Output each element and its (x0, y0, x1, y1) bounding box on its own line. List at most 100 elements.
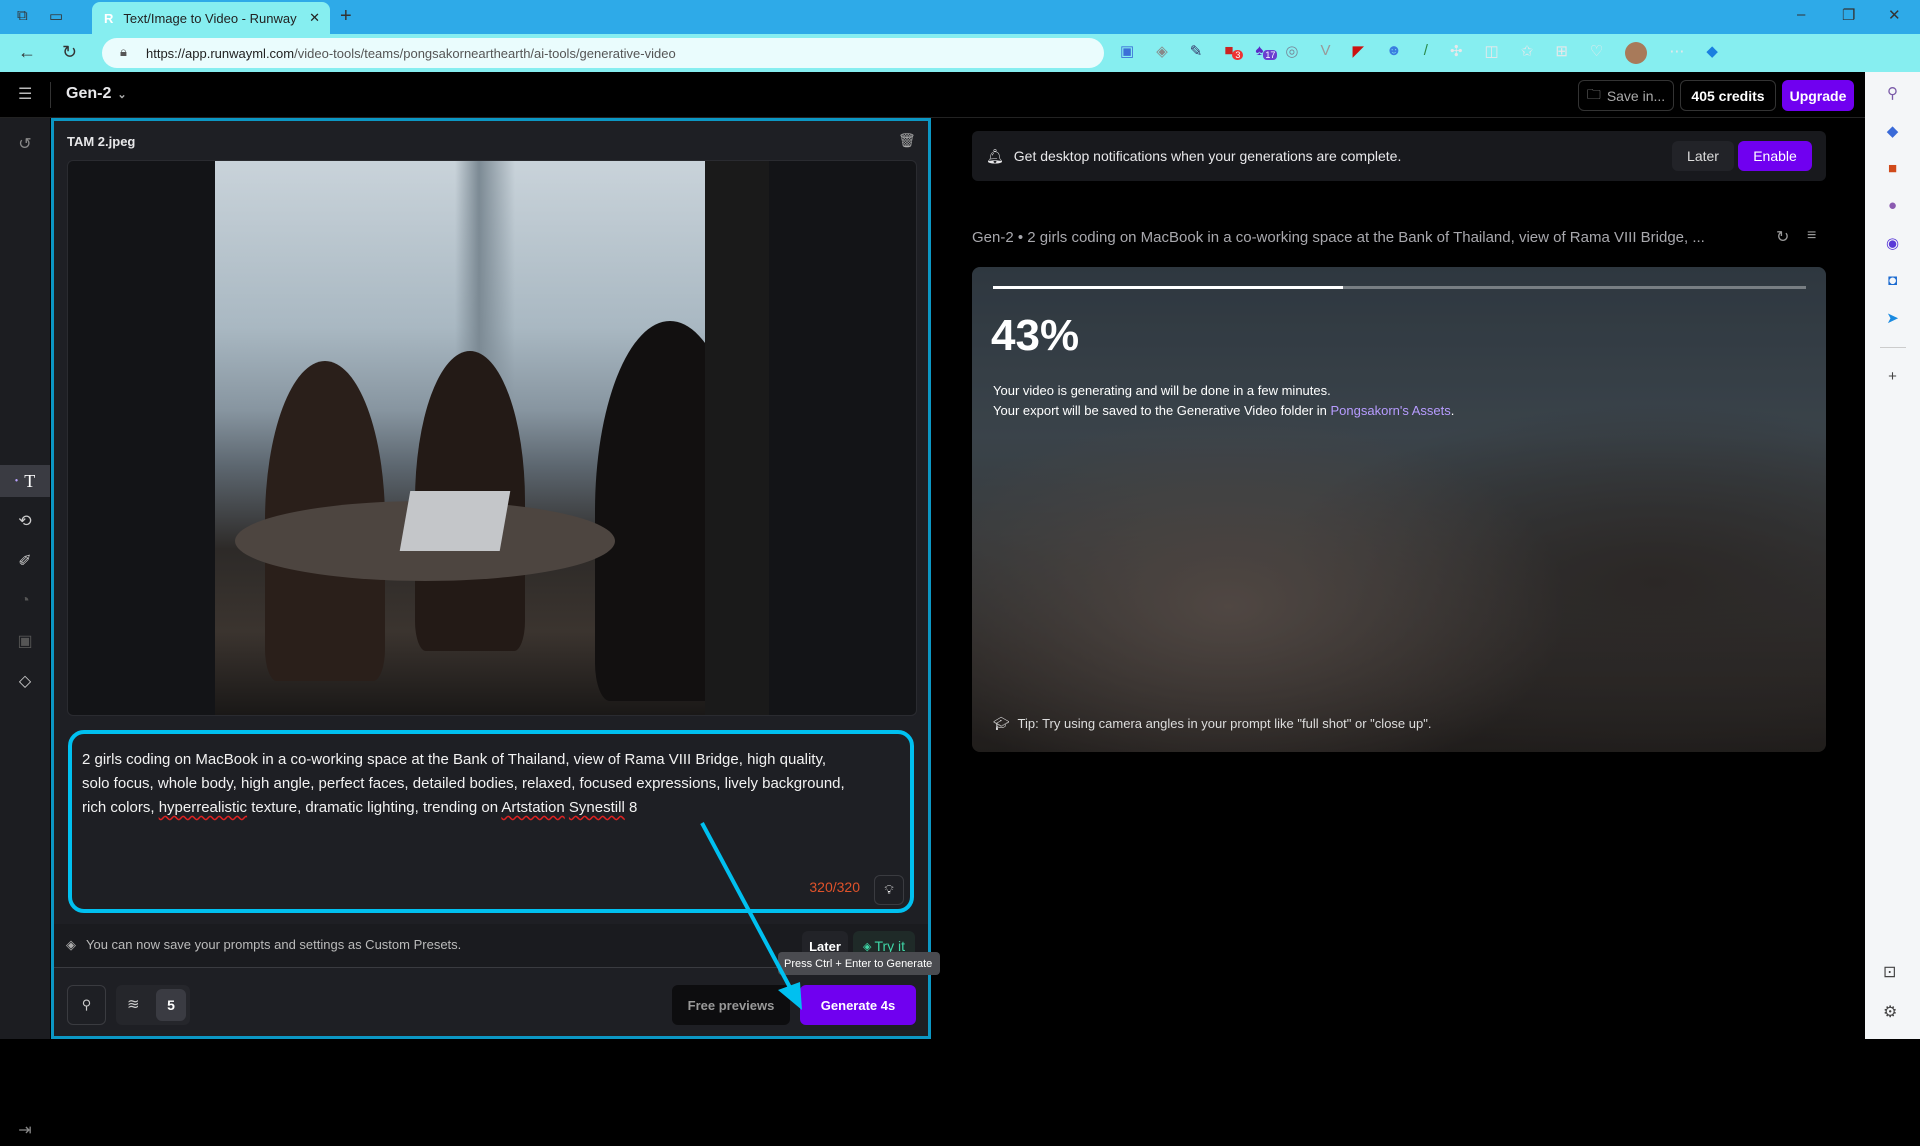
tool-sidebar: ↺ • T ⟲ ✐ ◔ ▣ ◇ ⇥ (0, 118, 50, 1139)
profile-avatar[interactable] (1625, 42, 1648, 64)
back-icon[interactable]: ← (18, 42, 36, 63)
bell-icon: 🔔︎ (986, 147, 1004, 164)
outlook-icon[interactable]: ◘ (1888, 272, 1897, 289)
misspelled-word: Artstation (501, 799, 565, 816)
robot-extension-icon[interactable]: ☻ (1386, 42, 1402, 64)
model-selector[interactable]: Gen-2 ⌄ (66, 85, 127, 103)
new-tab-icon[interactable]: + (340, 5, 352, 28)
workspaces-icon[interactable]: ⧉ (17, 7, 28, 24)
tools-icon[interactable]: ■ (1888, 160, 1897, 177)
browser-tab[interactable]: R Text/Image to Video - Runway ✕ (92, 2, 330, 34)
settings-sliders-icon[interactable]: ⚲ (67, 985, 106, 1025)
text: . (1450, 403, 1455, 418)
text: texture, dramatic lighting, trending on (247, 799, 502, 816)
layers-tool-icon[interactable]: ◇ (0, 665, 50, 697)
palette-tool-icon[interactable]: ◔ (0, 585, 50, 617)
save-in-button[interactable]: 🗀︎ Save in... (1578, 80, 1674, 111)
runway-favicon-icon: R (104, 10, 114, 26)
copilot-icon[interactable]: ◆ (1706, 42, 1718, 64)
prompt-line: rich colors, hyperrealistic texture, dra… (82, 796, 900, 820)
extension-17-icon[interactable]: ♠ 17 (1255, 42, 1278, 64)
red-extension-icon[interactable]: ◤ (1352, 42, 1364, 64)
video-preview: 43% Your video is generating and will be… (972, 267, 1826, 752)
url-host: https://app.runwayml.com (146, 45, 295, 61)
refresh-icon[interactable]: ↻ (62, 42, 77, 63)
green-extension-icon[interactable]: / (1424, 42, 1428, 64)
frame-tool-icon[interactable]: ▣ (0, 625, 50, 657)
split-screen-icon[interactable]: ◫ (1485, 42, 1499, 64)
browser-essentials-icon[interactable]: ♡ (1590, 42, 1603, 64)
swirl-extension-icon[interactable]: ◎ (1285, 42, 1298, 64)
v-extension-icon[interactable]: V (1320, 42, 1330, 64)
folder-icon: 🗀︎ (1586, 85, 1601, 102)
character-count: 320/320 (809, 879, 860, 895)
notification-later-button[interactable]: Later (1672, 141, 1734, 171)
close-window-icon[interactable]: ✕ (1888, 6, 1901, 24)
shopping-tag-icon[interactable]: ◆ (1887, 122, 1899, 140)
image-filename: TAM 2.jpeg (67, 134, 136, 149)
graduation-cap-icon: 🎓︎ (993, 716, 1010, 731)
status-text: Your video is generating and will be don… (993, 381, 1454, 421)
trash-icon[interactable]: 🗑︎ (898, 132, 916, 149)
url-path: /video-tools/teams/pongsakornearthearth/… (294, 45, 676, 61)
text-tool-icon[interactable]: • T (0, 465, 50, 497)
notification-text: Get desktop notifications when your gene… (1013, 148, 1402, 164)
assets-link[interactable]: Pongsakorn's Assets (1331, 403, 1451, 418)
credits-button[interactable]: 405 credits (1680, 80, 1776, 111)
text: rich colors, (82, 799, 159, 816)
restore-icon[interactable]: ❐ (1842, 6, 1855, 24)
settings-gear-icon[interactable]: ⚙ (1883, 1002, 1897, 1022)
minimize-icon[interactable]: – (1797, 6, 1805, 23)
generate-button[interactable]: Generate 4s (800, 985, 916, 1025)
chevron-down-icon: ⌄ (117, 88, 127, 101)
brush-tool-icon[interactable]: ✐ (0, 545, 50, 577)
collections-icon[interactable]: ⊞ (1555, 42, 1568, 64)
progress-track (993, 286, 1806, 289)
generation-title: Gen-2 • 2 girls coding on MacBook in a c… (972, 229, 1705, 246)
presets-icon: ◈ (862, 940, 872, 953)
status-line: Your video is generating and will be don… (993, 383, 1331, 398)
motion-tool-icon[interactable]: ⟲ (0, 505, 50, 537)
upgrade-button[interactable]: Upgrade (1782, 80, 1854, 111)
screenshot-icon[interactable]: ⊡ (1883, 962, 1896, 982)
app-header: ☰ Gen-2 ⌄ 🗀︎ Save in... 405 credits Upgra… (0, 72, 1865, 118)
extensions-puzzle-icon[interactable]: ✣ (1450, 42, 1463, 64)
copilot-app-icon[interactable]: ◉ (1886, 234, 1899, 252)
motion-value[interactable]: 5 (156, 989, 186, 1021)
text: 8 (624, 799, 638, 816)
notification-enable-button[interactable]: Enable (1738, 141, 1812, 171)
search-icon[interactable]: ⚲ (1887, 84, 1898, 102)
add-icon[interactable]: + (1888, 368, 1897, 385)
history-icon[interactable]: ↺ (0, 128, 50, 160)
presets-message: You can now save your prompts and settin… (86, 937, 462, 952)
favorites-icon[interactable]: ✩ (1521, 42, 1534, 64)
hamburger-menu-icon[interactable]: ☰ (18, 84, 32, 104)
prompt-textarea[interactable]: 2 girls coding on MacBook in a co-workin… (68, 730, 914, 913)
tip: 🎓︎ Tip: Try using camera angles in your p… (993, 716, 1431, 732)
options-menu-icon[interactable]: ≡ (1807, 227, 1816, 245)
model-name: Gen-2 (66, 85, 112, 102)
laptop (399, 491, 511, 551)
translate-extension-icon[interactable]: ▣ (1120, 42, 1134, 64)
lock-icon[interactable]: 🔒︎ (120, 44, 127, 60)
picker-extension-icon[interactable]: ✎ (1190, 42, 1203, 64)
presets-icon: ◈ (66, 937, 76, 952)
prompt-line: solo focus, whole body, high angle, perf… (82, 775, 845, 792)
motion-control[interactable]: ≋ 5 (116, 985, 190, 1025)
reuse-settings-icon[interactable]: ↻ (1776, 227, 1789, 247)
browser-side-panel: ⚲ ◆ ■ ● ◉ ◘ ➤ + ⊡ ⚙ (1865, 72, 1920, 1039)
collapse-sidebar-icon[interactable]: ⇥ (0, 1114, 50, 1146)
shield-extension-icon[interactable]: ◈ (1156, 42, 1168, 64)
people-icon[interactable]: ● (1888, 197, 1897, 214)
progress-fill (993, 286, 1343, 289)
send-icon[interactable]: ➤ (1886, 309, 1899, 327)
prompt-tips-lightbulb-icon[interactable]: 💡︎ (874, 875, 904, 905)
tab-actions-icon[interactable]: ▭ (49, 7, 63, 25)
overlay (972, 267, 1826, 752)
free-previews-button[interactable]: Free previews (672, 985, 790, 1025)
more-menu-icon[interactable]: ⋯ (1669, 42, 1684, 64)
close-tab-icon[interactable]: ✕ (309, 10, 320, 26)
extension-with-badge-icon[interactable]: ■ 3 (1224, 42, 1244, 64)
uploaded-image (215, 161, 769, 715)
url-field[interactable]: 🔒︎ https://app.runwayml.com/video-tools/… (102, 38, 1104, 68)
